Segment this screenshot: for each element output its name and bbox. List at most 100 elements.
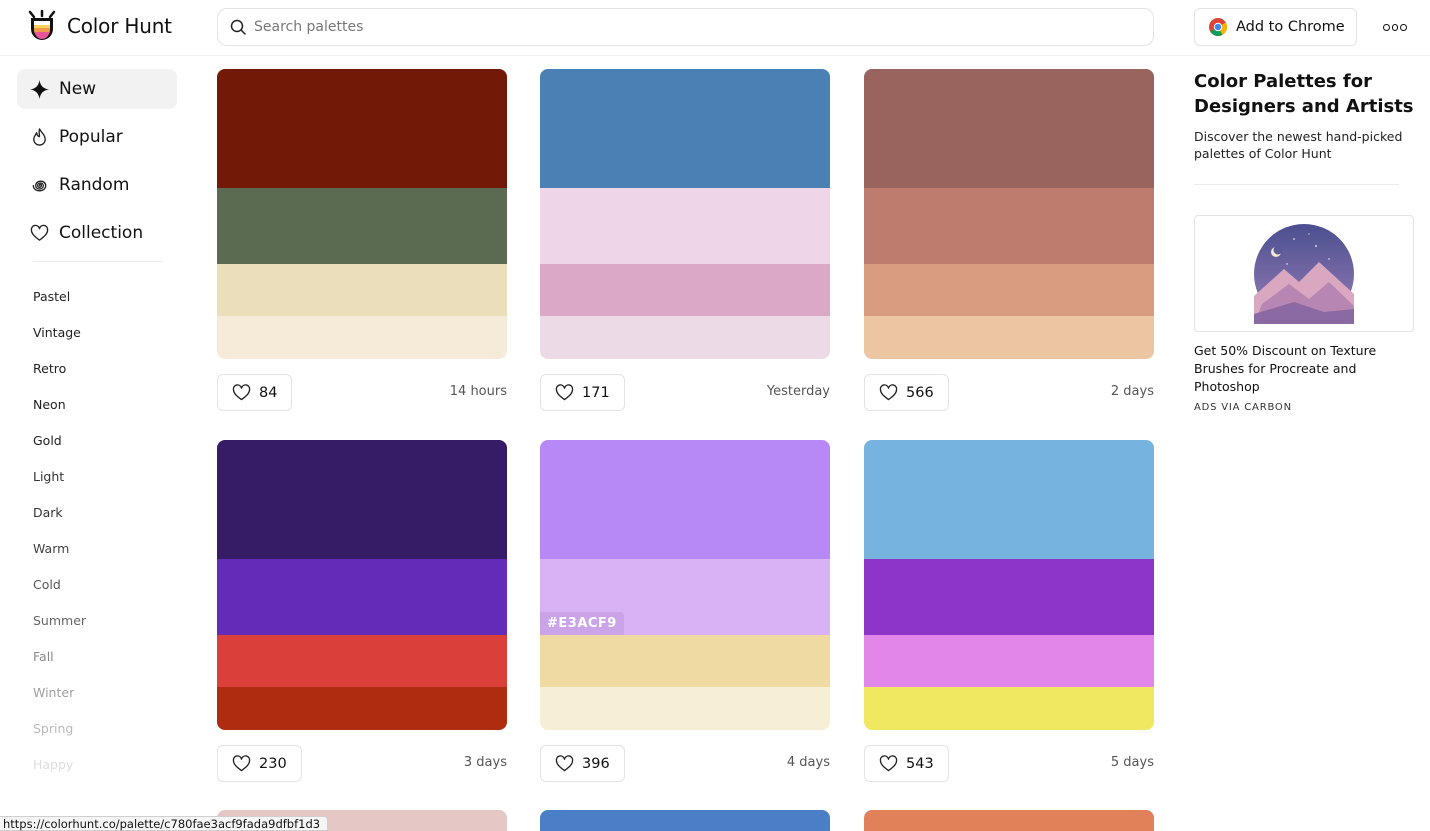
color-swatch[interactable] xyxy=(217,687,507,730)
like-button[interactable]: 84 xyxy=(217,374,293,411)
palette[interactable] xyxy=(864,440,1154,730)
tag-summer[interactable]: Summer xyxy=(17,602,177,638)
info-aside: Color Palettes for Designers and Artists… xyxy=(1194,69,1414,413)
more-menu-button[interactable] xyxy=(1383,20,1408,34)
tag-fall[interactable]: Fall xyxy=(17,638,177,674)
palette[interactable] xyxy=(864,69,1154,359)
ad-text-link[interactable]: Get 50% Discount on Texture Brushes for … xyxy=(1194,342,1414,396)
color-swatch[interactable] xyxy=(217,188,507,264)
add-to-chrome-button[interactable]: Add to Chrome xyxy=(1194,8,1357,46)
heart-icon xyxy=(232,755,251,772)
tag-gold[interactable]: Gold xyxy=(17,422,177,458)
tag-neon[interactable]: Neon xyxy=(17,386,177,422)
palette-meta: 543 5 days xyxy=(864,745,1154,782)
dot-icon xyxy=(1391,23,1399,31)
color-swatch[interactable] xyxy=(864,188,1154,264)
like-button[interactable]: 171 xyxy=(540,374,625,411)
tag-warm[interactable]: Warm xyxy=(17,530,177,566)
tag-light[interactable]: Light xyxy=(17,458,177,494)
color-swatch[interactable] xyxy=(540,635,830,687)
palette-card: 543 5 days xyxy=(864,440,1154,782)
sidebar-item-random[interactable]: Random xyxy=(17,165,177,205)
color-swatch[interactable] xyxy=(864,440,1154,559)
palette[interactable] xyxy=(540,69,830,359)
like-button[interactable]: 566 xyxy=(864,374,949,411)
like-count: 230 xyxy=(259,755,287,772)
color-swatch[interactable] xyxy=(540,188,830,264)
color-swatch[interactable]: #E3ACF9 xyxy=(540,559,830,635)
color-swatch[interactable] xyxy=(217,69,507,188)
tag-spring[interactable]: Spring xyxy=(17,710,177,746)
color-swatch[interactable] xyxy=(864,69,1154,188)
color-swatch[interactable] xyxy=(217,559,507,635)
heart-icon xyxy=(30,224,49,241)
like-button[interactable]: 543 xyxy=(864,745,949,782)
like-count: 84 xyxy=(259,384,278,401)
aside-title: Color Palettes for Designers and Artists xyxy=(1194,71,1414,117)
palette[interactable] xyxy=(217,69,507,359)
ad-image-box[interactable] xyxy=(1194,215,1414,332)
sidebar-item-collection[interactable]: Collection xyxy=(17,213,177,253)
tag-happy[interactable]: Happy xyxy=(17,746,177,782)
sidebar-item-new[interactable]: New xyxy=(17,69,177,109)
palette-date: 2 days xyxy=(1110,384,1154,399)
palette-card: 84 14 hours xyxy=(217,69,507,411)
palette[interactable] xyxy=(217,440,507,730)
sidebar-item-popular[interactable]: Popular xyxy=(17,117,177,157)
palette-date: 5 days xyxy=(1110,755,1154,770)
color-swatch[interactable] xyxy=(217,635,507,687)
tag-winter[interactable]: Winter xyxy=(17,674,177,710)
palette-date: Yesterday xyxy=(766,384,830,399)
color-swatch[interactable] xyxy=(540,687,830,730)
add-to-chrome-label: Add to Chrome xyxy=(1236,19,1345,35)
color-swatch[interactable] xyxy=(864,635,1154,687)
ad-illustration-icon xyxy=(1254,223,1354,324)
color-swatch[interactable] xyxy=(540,264,830,316)
like-button[interactable]: 230 xyxy=(217,745,302,782)
dot-icon xyxy=(1383,23,1390,31)
palette-card: #E3ACF9 396 4 days xyxy=(540,440,830,782)
heart-icon xyxy=(879,384,898,401)
heart-icon xyxy=(879,755,898,772)
search-input[interactable] xyxy=(254,19,1134,35)
tag-retro[interactable]: Retro xyxy=(17,350,177,386)
palette-partial[interactable] xyxy=(864,810,1154,831)
palette[interactable]: #E3ACF9 xyxy=(540,440,830,730)
top-header: Color Hunt Add to Chrome xyxy=(0,0,1430,56)
like-count: 396 xyxy=(582,755,610,772)
palette-date: 3 days xyxy=(463,755,507,770)
heart-icon xyxy=(555,755,574,772)
sidebar-item-label: Random xyxy=(59,175,130,195)
palette-partial[interactable] xyxy=(540,810,830,831)
color-swatch[interactable] xyxy=(217,316,507,359)
color-swatch[interactable] xyxy=(217,440,507,559)
logo[interactable]: Color Hunt xyxy=(26,9,172,43)
palette-meta: 396 4 days xyxy=(540,745,830,782)
tag-dark[interactable]: Dark xyxy=(17,494,177,530)
color-swatch[interactable] xyxy=(540,316,830,359)
palette-date: 14 hours xyxy=(449,384,507,399)
color-swatch[interactable] xyxy=(864,559,1154,635)
like-count: 566 xyxy=(906,384,934,401)
search-icon xyxy=(230,19,246,35)
link-status-bar: https://colorhunt.co/palette/c780fae3acf… xyxy=(0,816,329,831)
ads-via-carbon-link[interactable]: ADS VIA CARBON xyxy=(1194,402,1414,413)
color-swatch[interactable] xyxy=(864,316,1154,359)
tag-cold[interactable]: Cold xyxy=(17,566,177,602)
tag-pastel[interactable]: Pastel xyxy=(17,278,177,314)
search-bar[interactable] xyxy=(217,8,1154,46)
heart-icon xyxy=(555,384,574,401)
color-swatch[interactable] xyxy=(864,687,1154,730)
color-swatch[interactable] xyxy=(217,264,507,316)
color-swatch[interactable] xyxy=(540,69,830,188)
flame-icon xyxy=(33,127,46,146)
spiral-icon xyxy=(32,180,47,192)
hex-code-label[interactable]: #E3ACF9 xyxy=(540,612,624,635)
color-swatch[interactable] xyxy=(540,440,830,559)
color-swatch[interactable] xyxy=(864,264,1154,316)
palette-meta: 230 3 days xyxy=(217,745,507,782)
tag-vintage[interactable]: Vintage xyxy=(17,314,177,350)
sidebar-item-label: Popular xyxy=(59,127,123,147)
like-button[interactable]: 396 xyxy=(540,745,625,782)
aside-divider xyxy=(1194,184,1399,185)
